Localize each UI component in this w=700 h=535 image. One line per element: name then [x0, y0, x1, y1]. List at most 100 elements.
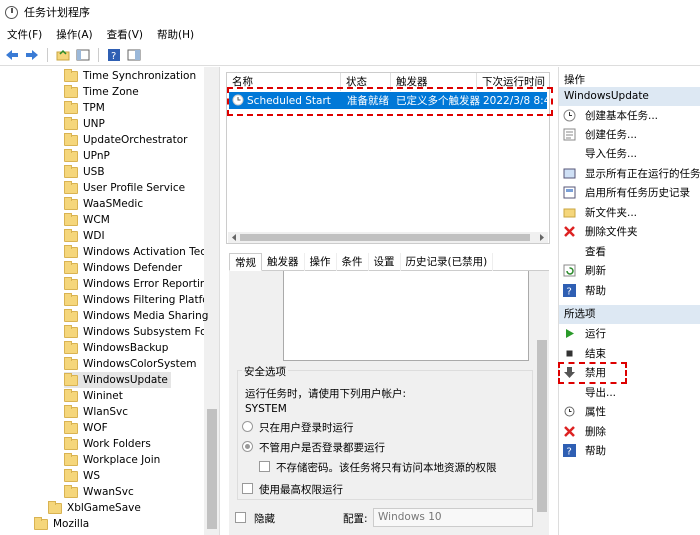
- tree-item[interactable]: WlanSvc: [64, 404, 128, 420]
- tree-item[interactable]: Windows Filtering Platform: [64, 292, 204, 308]
- action-new-folder[interactable]: 新文件夹...: [563, 203, 637, 221]
- menu-action[interactable]: 操作(A): [49, 27, 99, 42]
- action-delete[interactable]: 删除: [563, 422, 606, 440]
- svg-text:?: ?: [111, 51, 116, 62]
- tree-item[interactable]: TPM: [64, 100, 105, 116]
- show-hide-tree-icon[interactable]: [75, 47, 91, 63]
- tree-item[interactable]: WwanSvc: [64, 484, 134, 500]
- tree-item[interactable]: WCM: [64, 212, 110, 228]
- tree-item[interactable]: UpdateOrchestrator: [64, 132, 187, 148]
- action-create-task[interactable]: 创建任务...: [563, 125, 637, 143]
- action-end[interactable]: 结束: [563, 344, 606, 362]
- forward-arrow-icon[interactable]: [24, 47, 40, 63]
- folder-icon: [64, 116, 78, 130]
- properties-scrollbar-thumb[interactable]: [537, 340, 547, 512]
- folder-icon: [64, 324, 78, 338]
- description-field[interactable]: [283, 271, 529, 361]
- folder-icon: [64, 164, 78, 178]
- menu-bar: 文件(F) 操作(A) 查看(V) 帮助(H): [0, 24, 700, 44]
- folder-icon: [64, 372, 78, 386]
- tree-item[interactable]: Windows Media Sharing: [64, 308, 208, 324]
- tab-conditions[interactable]: 条件: [337, 253, 369, 271]
- action-create-basic-task[interactable]: 创建基本任务...: [563, 106, 658, 124]
- tree-item[interactable]: Windows Subsystem For Linux: [64, 324, 204, 340]
- tree-item[interactable]: XblGameSave: [48, 500, 141, 516]
- folder-tree[interactable]: Time Synchronization Time Zone TPM UNP U…: [0, 67, 220, 535]
- actions-section-selected[interactable]: 所选项: [559, 305, 700, 324]
- action-help-folder[interactable]: ? 帮助: [563, 281, 606, 299]
- action-label: 显示所有正在运行的任务: [585, 167, 700, 180]
- action-properties[interactable]: 属性: [563, 402, 606, 420]
- tab-actions[interactable]: 操作: [305, 253, 337, 271]
- help-icon[interactable]: ?: [106, 47, 122, 63]
- action-view[interactable]: 查看: [563, 242, 606, 260]
- tree-item[interactable]: Time Zone: [64, 84, 139, 100]
- task-wizard-icon: [563, 109, 576, 122]
- action-label: 查看: [585, 245, 606, 258]
- action-run[interactable]: 运行: [563, 324, 606, 342]
- action-delete-folder[interactable]: 删除文件夹: [563, 222, 638, 240]
- tree-item[interactable]: Time Synchronization: [64, 68, 196, 84]
- action-label: 新文件夹...: [585, 206, 638, 219]
- tab-general[interactable]: 常规: [229, 253, 262, 271]
- no-store-password-checkbox[interactable]: [259, 461, 270, 472]
- run-logged-on-label: 只在用户登录时运行: [259, 422, 354, 434]
- action-label: 导入任务...: [585, 147, 638, 160]
- tree-item[interactable]: Wininet: [64, 388, 123, 404]
- blank-icon: [563, 245, 576, 258]
- tab-settings[interactable]: 设置: [369, 253, 401, 271]
- tree-item-selected[interactable]: WindowsUpdate: [64, 372, 171, 388]
- action-enable-history[interactable]: 启用所有任务历史记录: [563, 183, 690, 201]
- up-folder-icon[interactable]: [55, 47, 71, 63]
- tree-item-label: XblGameSave: [67, 502, 141, 514]
- tree-item[interactable]: USB: [64, 164, 105, 180]
- tree-item[interactable]: WS: [64, 468, 100, 484]
- folder-icon: [64, 132, 78, 146]
- action-help-selected[interactable]: ? 帮助: [563, 441, 606, 459]
- tree-item[interactable]: WaaSMedic: [64, 196, 143, 212]
- tab-triggers[interactable]: 触发器: [262, 253, 305, 271]
- tree-item[interactable]: WindowsBackup: [64, 340, 168, 356]
- tab-history[interactable]: 历史记录(已禁用): [401, 253, 494, 271]
- tree-item[interactable]: Windows Activation Technologies: [64, 244, 204, 260]
- tree-item[interactable]: UNP: [64, 116, 105, 132]
- run-whether-logged-radio[interactable]: [242, 441, 253, 452]
- action-refresh[interactable]: 刷新: [563, 261, 606, 279]
- back-arrow-icon[interactable]: [4, 47, 20, 63]
- tree-item[interactable]: WOF: [64, 420, 108, 436]
- delete-x-icon: [563, 225, 576, 238]
- menu-view[interactable]: 查看(V): [100, 27, 150, 42]
- tree-item-label: Windows Error Reporting: [83, 278, 204, 290]
- folder-icon: [64, 68, 78, 82]
- run-logged-on-radio[interactable]: [242, 421, 253, 432]
- folder-icon: [64, 388, 78, 402]
- highest-privileges-label: 使用最高权限运行: [259, 484, 343, 496]
- no-store-password-label: 不存储密码。该任务将只有访问本地资源的权限: [276, 462, 497, 474]
- toolbar-divider: [98, 47, 99, 62]
- actions-section-folder[interactable]: WindowsUpdate: [559, 87, 700, 106]
- tree-item[interactable]: Work Folders: [64, 436, 151, 452]
- highest-privileges-checkbox[interactable]: [242, 483, 253, 494]
- task-list-hscrollbar[interactable]: [228, 232, 548, 243]
- folder-icon: [64, 420, 78, 434]
- action-label: 帮助: [585, 444, 606, 457]
- tree-item[interactable]: Windows Error Reporting: [64, 276, 204, 292]
- tree-item-label: TPM: [83, 102, 105, 114]
- hidden-checkbox[interactable]: [235, 512, 246, 523]
- tree-item[interactable]: Mozilla: [34, 516, 89, 532]
- show-hide-action-pane-icon[interactable]: [126, 47, 142, 63]
- tree-item[interactable]: Workplace Join: [64, 452, 160, 468]
- folder-icon: [64, 196, 78, 210]
- menu-help[interactable]: 帮助(H): [150, 27, 201, 42]
- tree-item[interactable]: WDI: [64, 228, 105, 244]
- action-import-task[interactable]: 导入任务...: [563, 144, 637, 162]
- tree-item[interactable]: User Profile Service: [64, 180, 185, 196]
- action-show-running[interactable]: 显示所有正在运行的任务: [563, 164, 700, 182]
- tree-scrollbar-thumb[interactable]: [207, 409, 217, 529]
- action-export[interactable]: 导出...: [563, 383, 616, 401]
- tree-item[interactable]: Windows Defender: [64, 260, 182, 276]
- tree-item[interactable]: WindowsColorSystem: [64, 356, 196, 372]
- config-select[interactable]: Windows 10: [373, 508, 533, 527]
- menu-file[interactable]: 文件(F): [0, 27, 49, 42]
- tree-item[interactable]: UPnP: [64, 148, 110, 164]
